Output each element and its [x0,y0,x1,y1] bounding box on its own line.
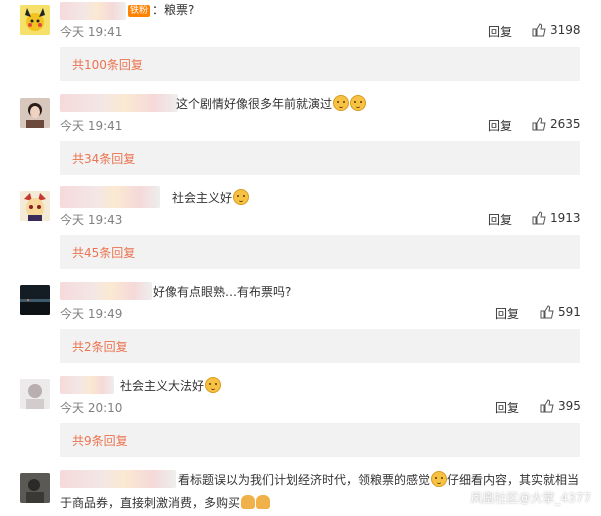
like-button[interactable]: 1913 [532,211,581,225]
avatar[interactable] [20,379,50,409]
like-button[interactable]: 3198 [532,23,581,37]
reply-button[interactable]: 回复 [495,305,519,322]
like-button[interactable]: 2635 [532,117,581,131]
comment-time: 今天 19:49 [60,307,123,321]
doge-emoji [350,95,367,111]
thumbs-up-icon [532,23,546,37]
thumbs-up-icon [540,399,554,413]
replies-link[interactable]: 共45条回复 [60,235,580,269]
username-blurred[interactable] [60,376,114,394]
like-count: 591 [558,305,581,319]
comment-text: 这个剧情好像很多年前就演过 [176,95,367,113]
comment-time: 今天 19:41 [60,25,123,39]
thumbs-up-icon [532,211,546,225]
comment-text-continued: 于商品券，直接刺激消费，多购买 [60,494,271,512]
comment-time: 今天 19:41 [60,119,123,133]
username-blurred[interactable] [60,470,176,488]
replies-link[interactable]: 共100条回复 [60,47,580,81]
reply-button[interactable]: 回复 [488,211,512,228]
fan-badge: 铁粉 [128,5,151,17]
reply-button[interactable]: 回复 [488,117,512,134]
thumbs-up-icon [540,305,554,319]
like-button[interactable]: 395 [540,399,581,413]
avatar[interactable] [20,191,50,221]
username-blurred[interactable] [60,282,152,300]
doge-emoji [205,377,222,393]
thumbs-up-icon [532,117,546,131]
doge-emoji [333,95,350,111]
reply-button[interactable]: 回复 [495,399,519,416]
comment-text: 社会主义好 [172,189,250,207]
username-blurred[interactable] [60,2,126,20]
comment-text: 看标题误以为我们计划经济时代，领粮票的感觉 仔细看内容，其实就相当 [178,471,580,487]
comment-time: 今天 19:43 [60,213,123,227]
comment-text: 社会主义大法好 [120,377,222,395]
comment-time: 今天 20:10 [60,401,123,415]
doge-emoji [431,471,448,487]
like-count: 3198 [550,23,581,37]
reply-button[interactable]: 回复 [488,23,512,40]
username-blurred[interactable] [60,94,178,112]
doge-emoji [233,189,250,205]
pray-emoji [241,495,256,509]
like-count: 2635 [550,117,581,131]
like-count: 1913 [550,211,581,225]
avatar[interactable] [20,473,50,503]
pray-emoji [256,495,271,509]
like-count: 395 [558,399,581,413]
avatar[interactable] [20,285,50,315]
replies-link[interactable]: 共2条回复 [60,329,580,363]
avatar[interactable] [20,5,50,35]
comment-text: 好像有点眼熟…有布票吗? [153,285,292,299]
replies-link[interactable]: 共9条回复 [60,423,580,457]
avatar[interactable] [20,98,50,128]
like-button[interactable]: 591 [540,305,581,319]
watermark: 凤凰社区@大掌_4377 [470,491,591,505]
comment-text: 铁粉 ：粮票? [128,3,195,17]
replies-link[interactable]: 共34条回复 [60,141,580,175]
username-blurred[interactable] [60,186,160,208]
